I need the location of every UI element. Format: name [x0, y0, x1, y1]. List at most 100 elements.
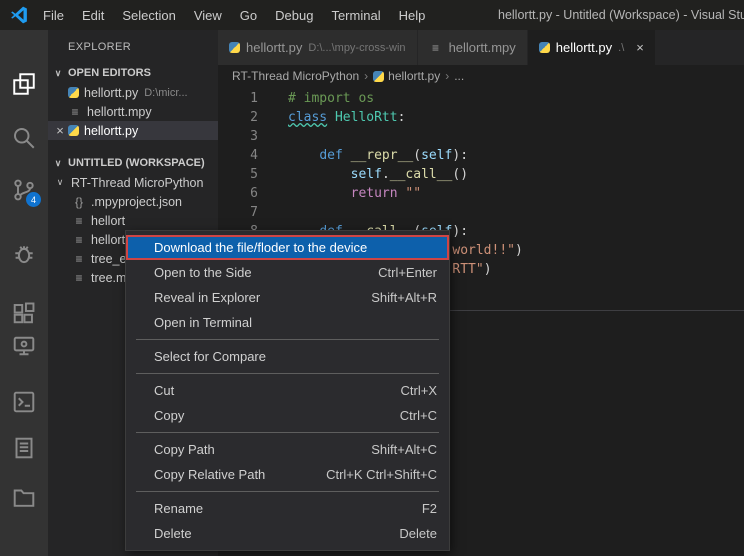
tab-label: hellortt.py: [556, 40, 612, 55]
editor-tab[interactable]: hellortt.pyD:\...\mpy-cross-win: [218, 30, 418, 65]
menu-item-label: Delete: [154, 526, 192, 541]
extensions-icon[interactable]: [12, 302, 36, 326]
file-name: hellort: [91, 233, 125, 247]
file-name: hellortt.py: [84, 86, 138, 100]
close-icon[interactable]: ×: [636, 40, 644, 55]
menu-item-shortcut: Delete: [399, 526, 437, 541]
menubar-item-view[interactable]: View: [185, 8, 231, 23]
context-menu: Download the file/floder to the deviceOp…: [125, 230, 450, 551]
open-editors-header[interactable]: ∨ OPEN EDITORS: [48, 63, 218, 83]
tab-detail: .\: [618, 42, 624, 54]
menu-item-label: Copy: [154, 408, 184, 423]
menu-item-label: Copy Path: [154, 442, 215, 457]
chevron-down-icon: ∨: [54, 177, 66, 188]
context-menu-item[interactable]: Open to the SideCtrl+Enter: [126, 260, 449, 285]
workspace-label: UNTITLED (WORKSPACE): [68, 153, 205, 173]
menubar-item-terminal[interactable]: Terminal: [322, 8, 389, 23]
code-line[interactable]: 4 def __repr__(self):: [218, 146, 744, 165]
line-number: 7: [218, 203, 258, 222]
code-line[interactable]: 3: [218, 127, 744, 146]
context-menu-item[interactable]: Reveal in ExplorerShift+Alt+R: [126, 285, 449, 310]
close-icon[interactable]: ×: [52, 123, 68, 138]
activity-bar: 4: [0, 30, 48, 556]
code-text: return "": [288, 184, 421, 203]
editor-tab[interactable]: ≡hellortt.mpy: [418, 30, 528, 65]
code-line[interactable]: 1# import os: [218, 89, 744, 108]
menu-item-label: Copy Relative Path: [154, 467, 265, 482]
open-editors-label: OPEN EDITORS: [68, 63, 151, 83]
menubar-item-debug[interactable]: Debug: [266, 8, 322, 23]
breadcrumb-item[interactable]: ...: [454, 69, 464, 83]
code-text: self.__call__(): [288, 165, 468, 184]
file-name: tree.m: [91, 271, 126, 285]
device-monitor-icon[interactable]: [12, 334, 36, 358]
python-file-icon: [68, 87, 79, 98]
output-file-icon[interactable]: [12, 436, 36, 460]
breadcrumb-item[interactable]: hellortt.py: [373, 69, 440, 83]
context-menu-item[interactable]: Select for Compare: [126, 344, 449, 369]
open-editor-item[interactable]: ×hellortt.py: [48, 121, 218, 140]
search-icon[interactable]: [12, 126, 36, 150]
folder-icon[interactable]: [12, 486, 36, 510]
scm-badge: 4: [26, 192, 41, 207]
file-path-detail: D:\micr...: [144, 87, 187, 99]
menubar-item-go[interactable]: Go: [231, 8, 266, 23]
python-file-icon: [229, 42, 240, 53]
chevron-right-icon: ›: [445, 69, 449, 83]
context-menu-item[interactable]: Download the file/floder to the device: [126, 235, 449, 260]
context-menu-item[interactable]: CutCtrl+X: [126, 378, 449, 403]
context-menu-separator: [136, 432, 439, 433]
explorer-icon[interactable]: [12, 72, 36, 96]
context-menu-item[interactable]: RenameF2: [126, 496, 449, 521]
open-editors-list: hellortt.pyD:\micr...≡hellortt.mpy×hello…: [48, 83, 218, 140]
chevron-right-icon: ›: [364, 69, 368, 83]
context-menu-item[interactable]: Delete Delete: [126, 521, 449, 546]
open-editor-item[interactable]: hellortt.py D:\micr...: [48, 83, 218, 102]
code-line[interactable]: 2class HelloRtt:: [218, 108, 744, 127]
source-control-icon[interactable]: 4: [12, 178, 36, 202]
line-number: 5: [218, 165, 258, 184]
tree-folder[interactable]: ∨RT-Thread MicroPython: [48, 173, 218, 192]
file-name: tree_e: [91, 252, 126, 266]
text-file-icon: ≡: [72, 252, 86, 266]
spacer: [48, 140, 218, 153]
text-file-icon: ≡: [68, 105, 82, 119]
context-menu-item[interactable]: Open in Terminal: [126, 310, 449, 335]
terminal-box-icon[interactable]: [12, 390, 36, 414]
debug-icon[interactable]: [12, 242, 36, 266]
menu-item-label: Open in Terminal: [154, 315, 252, 330]
breadcrumb-item[interactable]: RT-Thread MicroPython: [232, 69, 359, 83]
python-file-icon: [539, 42, 550, 53]
context-menu-item[interactable]: Copy Ctrl+C: [126, 403, 449, 428]
context-menu-item[interactable]: Copy Path Shift+Alt+C: [126, 437, 449, 462]
window-title: hellortt.py - Untitled (Workspace) - Vis…: [498, 0, 744, 30]
context-menu-separator: [136, 339, 439, 340]
code-text: # import os: [288, 89, 374, 108]
editor-tab[interactable]: hellortt.py .\ ×: [528, 30, 656, 65]
context-menu-separator: [136, 491, 439, 492]
file-name: hellortt.mpy: [87, 105, 152, 119]
tree-item[interactable]: {}.mpyproject.json: [48, 192, 218, 211]
menubar-item-help[interactable]: Help: [390, 8, 435, 23]
menu-item-shortcut: Shift+Alt+C: [371, 442, 437, 457]
menu-item-label: Reveal in Explorer: [154, 290, 260, 305]
menubar-item-selection[interactable]: Selection: [113, 8, 184, 23]
context-menu-item[interactable]: Copy Relative PathCtrl+K Ctrl+Shift+C: [126, 462, 449, 487]
open-editor-item[interactable]: ≡ hellortt.mpy: [48, 102, 218, 121]
chevron-down-icon: ∨: [52, 63, 64, 83]
text-file-icon: ≡: [72, 214, 86, 228]
menu-item-label: Open to the Side: [154, 265, 252, 280]
tree-item[interactable]: ≡hellort: [48, 211, 218, 230]
menubar-item-edit[interactable]: Edit: [73, 8, 113, 23]
breadcrumb-label: hellortt.py: [388, 69, 440, 83]
code-line[interactable]: 6 return "": [218, 184, 744, 203]
breadcrumb: RT-Thread MicroPython › hellortt.py ›...: [218, 65, 744, 87]
tab-detail: D:\...\mpy-cross-win: [308, 42, 405, 54]
workspace-header[interactable]: ∨ UNTITLED (WORKSPACE): [48, 153, 218, 173]
code-line[interactable]: 7: [218, 203, 744, 222]
code-line[interactable]: 5 self.__call__(): [218, 165, 744, 184]
line-number: 4: [218, 146, 258, 165]
menu-item-shortcut: Ctrl+C: [400, 408, 437, 423]
python-file-icon: [373, 71, 384, 82]
menubar-item-file[interactable]: File: [34, 8, 73, 23]
